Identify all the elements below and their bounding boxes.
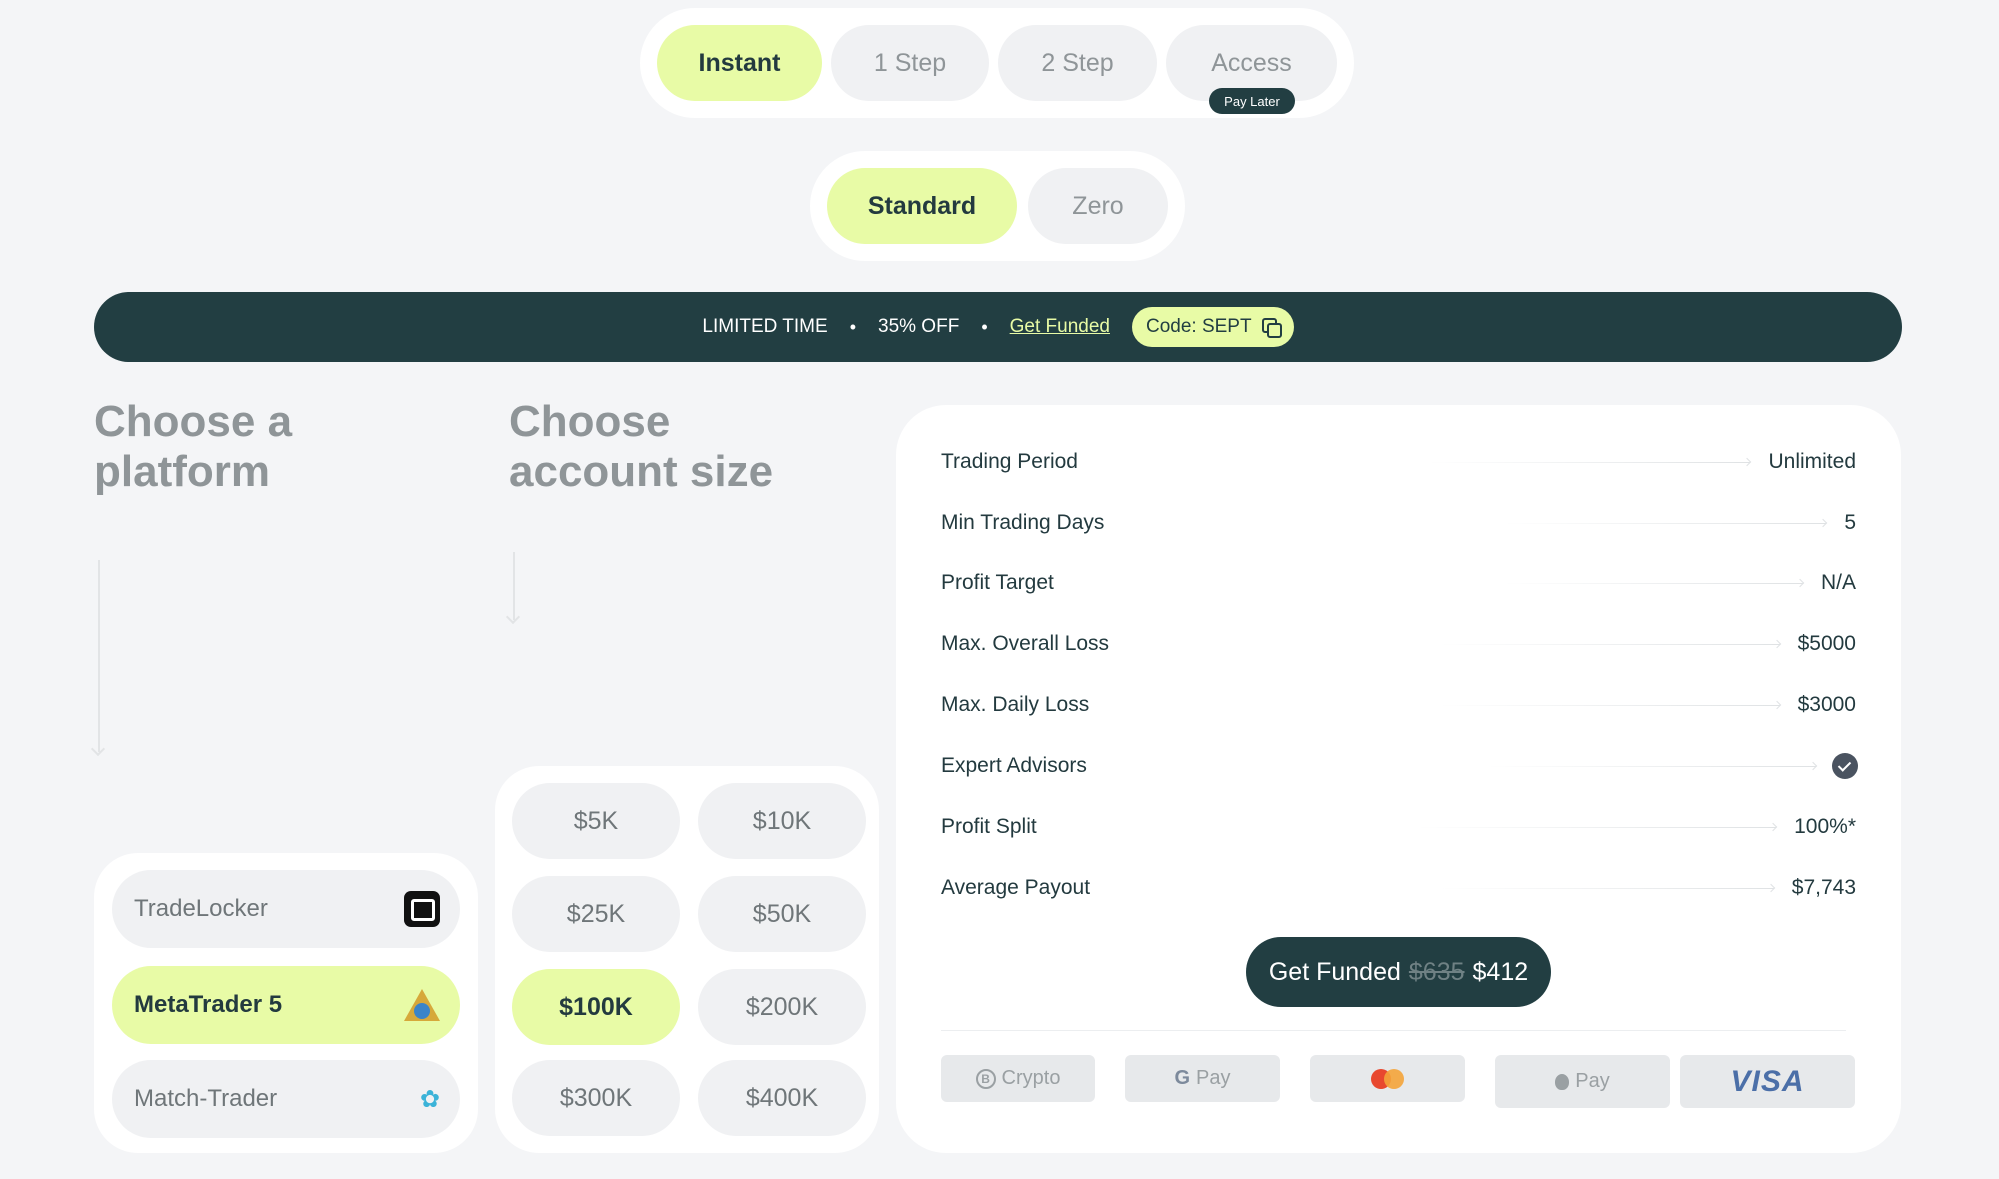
detail-label: Max. Overall Loss <box>941 632 1110 655</box>
tradelocker-icon <box>404 891 440 927</box>
divider <box>941 1030 1846 1031</box>
detail-value: $7,743 <box>1791 876 1856 899</box>
challenge-details-card: Trading Period Unlimited Min Trading Day… <box>896 405 1901 1153</box>
payment-crypto: B Crypto <box>941 1055 1095 1102</box>
detail-max-overall-loss: Max. Overall Loss $5000 <box>941 624 1856 664</box>
banner-get-funded-link[interactable]: Get Funded <box>1010 316 1110 338</box>
platform-label: MetaTrader 5 <box>134 991 283 1018</box>
mastercard-icon <box>1370 1068 1405 1089</box>
google-icon: G <box>1174 1067 1191 1089</box>
metatrader-icon <box>404 989 440 1021</box>
size-heading-line-2: account size <box>509 447 774 496</box>
platform-heading-line-2: platform <box>94 447 270 496</box>
size-heading-line-1: Choose <box>509 397 671 446</box>
detail-leader-line <box>1439 704 1780 706</box>
payment-gpay-label: Pay <box>1196 1067 1231 1089</box>
copy-icon <box>1261 318 1282 338</box>
platform-match-trader[interactable]: Match-Trader ✿ <box>112 1060 460 1138</box>
detail-label: Max. Daily Loss <box>941 693 1090 716</box>
banner-bullet: • <box>981 316 988 337</box>
detail-label: Profit Split <box>941 815 1037 838</box>
promo-banner: LIMITED TIME • 35% OFF • Get Funded Code… <box>94 292 1902 362</box>
banner-discount: 35% OFF <box>878 316 960 337</box>
detail-value: Unlimited <box>1768 450 1856 473</box>
size-5k[interactable]: $5K <box>512 783 680 859</box>
detail-label: Profit Target <box>941 571 1054 594</box>
detail-label: Trading Period <box>941 450 1078 473</box>
apple-icon <box>1555 1073 1570 1090</box>
banner-limited-time: LIMITED TIME <box>702 316 828 337</box>
size-25k[interactable]: $25K <box>512 876 680 952</box>
detail-leader-line <box>1503 582 1803 584</box>
account-type-toggle: Standard Zero <box>810 151 1185 261</box>
type-zero[interactable]: Zero <box>1028 168 1168 244</box>
type-standard[interactable]: Standard <box>827 168 1017 244</box>
promo-code-label: Code: SEPT <box>1145 316 1252 337</box>
platform-label: Match-Trader <box>134 1085 278 1112</box>
detail-leader-line <box>1416 826 1777 828</box>
size-400k[interactable]: $400K <box>698 1060 866 1136</box>
payment-visa: VISA <box>1680 1055 1855 1108</box>
payment-google-pay: G Pay <box>1125 1055 1280 1102</box>
promo-code-button[interactable]: Code: SEPT <box>1131 307 1294 347</box>
platform-tradelocker[interactable]: TradeLocker <box>112 870 460 948</box>
cta-price: $412 <box>1472 957 1529 986</box>
detail-leader-line <box>1486 765 1816 767</box>
detail-value: 5 <box>1844 511 1856 534</box>
platform-metatrader-5[interactable]: MetaTrader 5 <box>112 966 460 1044</box>
detail-leader-line <box>1440 887 1774 889</box>
size-50k[interactable]: $50K <box>698 876 866 952</box>
tab-instant[interactable]: Instant <box>657 25 822 101</box>
detail-expert-advisors: Expert Advisors <box>941 746 1856 786</box>
size-arrow-icon <box>513 552 515 620</box>
size-100k[interactable]: $100K <box>512 969 680 1045</box>
cta-label: Get Funded <box>1268 957 1401 986</box>
detail-leader-line <box>1427 461 1751 463</box>
account-size-card: $5K $10K $25K $50K $100K $200K $300K $40… <box>495 766 879 1153</box>
tab-1-step[interactable]: 1 Step <box>831 25 989 101</box>
platform-card: TradeLocker MetaTrader 5 Match-Trader ✿ <box>94 853 478 1153</box>
payment-mastercard <box>1310 1055 1465 1102</box>
detail-profit-split: Profit Split 100%* <box>941 807 1856 847</box>
detail-value: 100%* <box>1794 815 1856 838</box>
detail-label: Min Trading Days <box>941 511 1105 534</box>
bitcoin-icon: B <box>975 1068 996 1089</box>
detail-profit-target: Profit Target N/A <box>941 563 1856 603</box>
cta-old-price: $635 <box>1408 957 1465 986</box>
payment-apple-label: Pay <box>1575 1070 1610 1092</box>
payment-apple-pay: Pay <box>1495 1055 1670 1108</box>
visa-logo: VISA <box>1730 1064 1805 1098</box>
platform-heading-line-1: Choose a <box>94 397 293 446</box>
detail-value: $5000 <box>1797 632 1856 655</box>
match-trader-icon: ✿ <box>419 1085 440 1113</box>
size-10k[interactable]: $10K <box>698 783 866 859</box>
platform-heading: Choose a platform <box>94 397 292 497</box>
detail-max-daily-loss: Max. Daily Loss $3000 <box>941 685 1856 725</box>
size-300k[interactable]: $300K <box>512 1060 680 1136</box>
platform-label: TradeLocker <box>134 895 268 922</box>
detail-trading-period: Trading Period Unlimited <box>941 442 1856 482</box>
detail-leader-line <box>1504 522 1827 524</box>
detail-value: $3000 <box>1797 693 1856 716</box>
detail-min-trading-days: Min Trading Days 5 <box>941 503 1856 543</box>
size-200k[interactable]: $200K <box>698 969 866 1045</box>
size-heading: Choose account size <box>509 397 773 497</box>
platform-arrow-icon <box>98 560 100 752</box>
detail-average-payout: Average Payout $7,743 <box>941 868 1856 908</box>
detail-leader-line <box>1439 643 1780 645</box>
detail-label: Average Payout <box>941 876 1091 899</box>
payment-crypto-label: Crypto <box>1001 1067 1061 1089</box>
check-badge-icon <box>1834 755 1856 777</box>
detail-label: Expert Advisors <box>941 754 1087 777</box>
pay-later-badge: Pay Later <box>1209 88 1295 114</box>
get-funded-button[interactable]: Get Funded $635 $412 <box>1246 937 1551 1007</box>
banner-bullet: • <box>849 316 856 337</box>
tab-2-step[interactable]: 2 Step <box>998 25 1157 101</box>
detail-value: N/A <box>1820 571 1856 594</box>
